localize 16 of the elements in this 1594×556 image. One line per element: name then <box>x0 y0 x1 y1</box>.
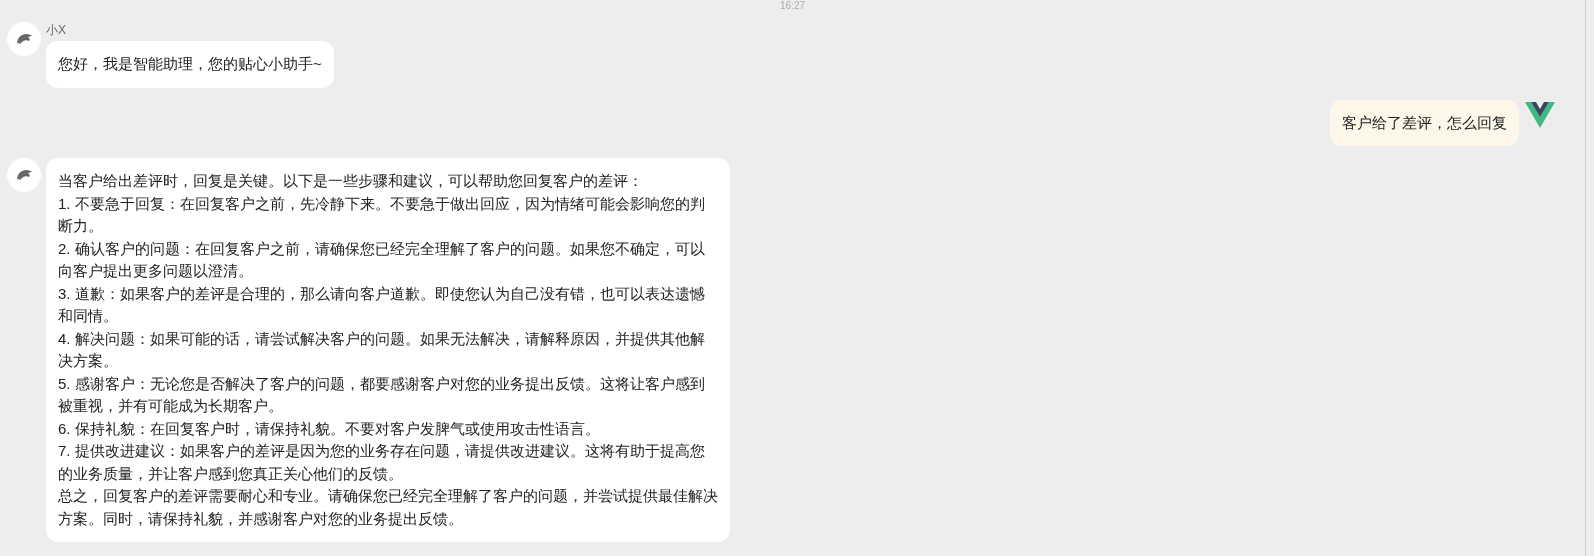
message-text: 2. 确认客户的问题：在回复客户之前，请确保您已经完全理解了客户的问题。如果您不确定，可以向客户提出更多问题以澄清。 <box>58 238 706 281</box>
message-text: 7. 提供改进建议：如果客户的差评是因为您的业务存在问题，请提供改进建议。这将有助于提高您的业务质量，并让客户感到您真正关心他们的反馈。 <box>58 441 706 484</box>
message-text: 总之，回复客户的差评需要耐心和专业。请确保您已经完全理解了客户的问题，并尝试提供最佳解决方案。同时，请保持礼貌，并感谢客户对您的业务提出反馈。 <box>58 486 718 529</box>
message-text: 6. 保持礼貌：在回复客户时，请保持礼貌。不要对客户发脾气或使用攻击性语言。 <box>58 418 601 439</box>
v-logo-icon <box>1525 99 1555 130</box>
message-text: 1. 不要急于回复：在回复客户之前，先冷静下来。不要急于做出回应，因为情绪可能会影响您的判断力。 <box>58 193 706 236</box>
bird-icon <box>16 169 32 181</box>
message-text: 3. 道歉：如果客户的差评是合理的，那么请向客户道歉。即使您认为自己没有错，也可以表达遗憾和同情。 <box>58 283 706 326</box>
bird-icon <box>16 33 32 45</box>
message-text: 5. 感谢客户：无论您是否解决了客户的问题，都要感谢客户对您的业务提出反馈。这将让客户感到被重视，并有可能成为长期客户。 <box>58 373 706 416</box>
message-text: 您好，我是智能助理，您的贴心小助手~ <box>58 54 322 74</box>
message-text: 当客户给出差评时，回复是关键。以下是一些步骤和建议，可以帮助您回复客户的差评： <box>58 171 644 191</box>
message-text: 客户给了差评，怎么回复 <box>1342 112 1507 133</box>
timestamp: 16:27 <box>780 0 805 12</box>
sender-name: 小X <box>46 23 66 37</box>
message-text: 4. 解决问题：如果可能的话，请尝试解决客户的问题。如果无法解决，请解释原因，并提供其他解决方案。 <box>58 328 706 371</box>
